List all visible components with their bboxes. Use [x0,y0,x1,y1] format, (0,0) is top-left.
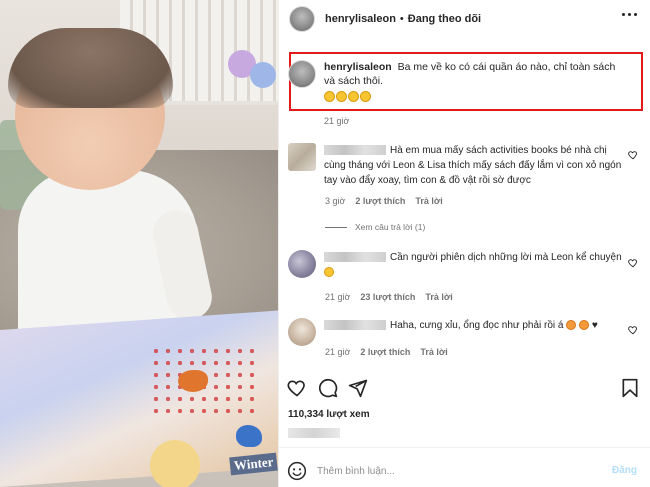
laughing-emoji-icon [336,91,347,102]
photo-balloon [250,62,276,88]
commenter-avatar[interactable] [288,318,316,346]
author-username[interactable]: henrylisaleon [325,13,396,25]
caption-time: 21 giờ [324,116,350,126]
reply-button[interactable]: Trả lời [425,292,452,302]
photo-book-fox [178,370,208,392]
photo-child-hair [8,28,173,108]
caption-author-avatar[interactable] [288,60,316,88]
post-comment-button[interactable]: Đăng [612,465,637,476]
comment-likes[interactable]: 23 lượt thích [360,292,415,302]
comment-icon[interactable] [318,378,338,398]
emoji-icon[interactable] [287,461,307,481]
black-heart-icon: ♥ [591,320,598,331]
heart-icon[interactable] [628,150,638,160]
comment-time: 3 giờ [325,196,346,206]
comment-input[interactable]: Thêm bình luận... [317,466,395,477]
caption: henrylisaleon Ba me về ko có cái quần áo… [288,60,628,102]
heart-icon[interactable] [628,258,638,268]
following-button[interactable]: Đang theo dõi [408,13,481,25]
comment-meta: 21 giờ 2 lượt thích Trả lời [325,347,448,357]
laughing-emoji-icon [324,91,335,102]
share-icon[interactable] [348,378,368,398]
comment-meta: 3 giờ 2 lượt thích Trả lời [325,196,443,206]
post-time-blurred [288,428,340,438]
commenter-name-blurred[interactable] [324,252,386,263]
comment-likes[interactable]: 2 lượt thích [355,196,405,206]
heart-icon[interactable] [287,378,307,398]
more-horizontal-icon[interactable] [622,13,637,16]
photo-book-sun [150,440,200,487]
view-replies-label[interactable]: Xem câu trả lời (1) [355,222,425,232]
heart-eyes-emoji-icon [579,320,590,331]
post-actions [287,378,639,400]
commenter-name-blurred[interactable] [324,145,386,156]
reply-button[interactable]: Trả lời [415,196,442,206]
comment-item: Haha, cưng xỉu, ổng đọc như phải rồi á ♥ [288,318,633,346]
comment-composer: Thêm bình luận... Đăng [287,460,637,482]
author-avatar[interactable] [289,6,315,32]
header-separator: • [399,13,404,25]
reply-line [325,226,347,228]
heart-icon[interactable] [628,325,638,335]
comment-text: Haha, cưng xỉu, ổng đọc như phải rồi á [390,320,564,331]
heart-eyes-emoji-icon [566,320,577,331]
laughing-emoji-icon [348,91,359,102]
comment-body: Hà em mua mấy sách activities books bé n… [324,143,624,188]
view-count[interactable]: 110,334 lượt xem [288,409,370,420]
composer-divider [278,447,650,448]
caption-username[interactable]: henrylisaleon [324,61,392,73]
comment-body: Cần người phiên dịch những lời mà Leon k… [324,250,624,280]
post-header: henrylisaleon • Đang theo dõi [279,0,650,38]
comment-time: 21 giờ [325,292,351,302]
commenter-avatar[interactable] [288,143,316,171]
caption-emoji [324,91,624,102]
commenter-avatar[interactable] [288,250,316,278]
comment-item: Cần người phiên dịch những lời mà Leon k… [288,250,633,280]
reply-button[interactable]: Trả lời [420,347,447,357]
commenter-name-blurred[interactable] [324,320,386,331]
photo-book-bird [236,425,262,447]
comment-body: Haha, cưng xỉu, ổng đọc như phải rồi á ♥ [324,318,624,346]
bookmark-icon[interactable] [621,378,639,398]
laughing-emoji-icon [324,267,334,278]
instagram-post-view: Winter henrylisaleon • Đang theo dõi hen… [0,0,650,487]
comment-text: Cần người phiên dịch những lời mà Leon k… [390,252,622,263]
comment-item: Hà em mua mấy sách activities books bé n… [288,143,633,188]
comment-meta: 21 giờ 23 lượt thích Trả lời [325,292,453,302]
view-replies[interactable]: Xem câu trả lời (1) [325,222,425,232]
post-photo[interactable]: Winter [0,0,278,487]
photo-book-title: Winter [229,452,278,476]
comment-time: 21 giờ [325,347,351,357]
comment-likes[interactable]: 2 lượt thích [360,347,410,357]
caption-text-block: henrylisaleon Ba me về ko có cái quần áo… [324,60,624,102]
laughing-emoji-icon [360,91,371,102]
